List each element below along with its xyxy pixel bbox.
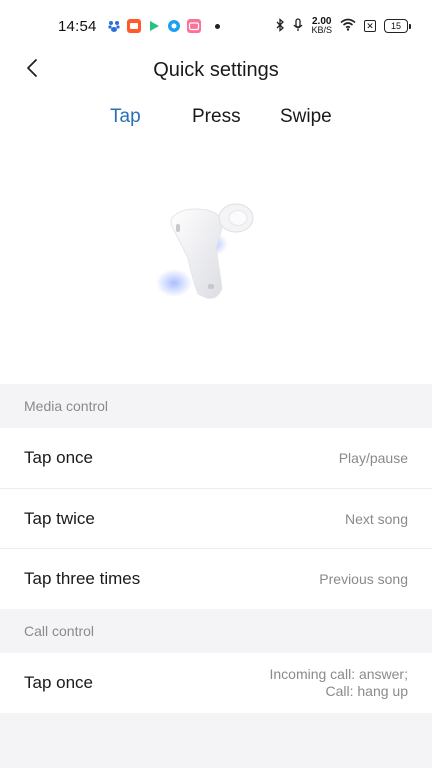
wifi-icon	[340, 18, 356, 34]
network-speed: 2.00 KB/S	[311, 17, 332, 35]
row-call-tap-once[interactable]: Tap once Incoming call: answer; Call: ha…	[0, 653, 432, 713]
system-status-icons: 2.00 KB/S ✕ 15	[275, 17, 411, 35]
battery-icon: 15	[384, 19, 411, 33]
status-bar: 14:54 2.00 KB/S ✕ 15	[0, 0, 432, 52]
row-label: Tap once	[24, 673, 93, 692]
earbud-illustration	[0, 148, 432, 384]
page-title: Quick settings	[153, 58, 279, 81]
status-time: 14:54	[58, 17, 97, 35]
row-value: Next song	[344, 510, 408, 527]
row-label: Tap once	[24, 448, 93, 467]
tab-press[interactable]: Press	[192, 106, 241, 128]
tab-swipe[interactable]: Swipe	[280, 106, 332, 128]
row-value-line2: Call: hang up	[325, 683, 408, 699]
notification-icons	[107, 19, 220, 33]
section-header-media: Media control	[0, 384, 432, 428]
row-value: Previous song	[319, 570, 408, 587]
notification-dot	[214, 23, 220, 29]
row-value: Play/pause	[338, 449, 408, 466]
taobao-icon	[126, 19, 141, 33]
gesture-tabs: Tap Press Swipe	[0, 88, 432, 148]
row-value-line1: Incoming call: answer;	[269, 666, 408, 682]
battery-level: 15	[390, 21, 401, 31]
section-header-call: Call control	[0, 609, 432, 653]
earbud-image	[156, 203, 254, 299]
video-icon	[147, 19, 161, 33]
no-sim-icon: ✕	[364, 20, 376, 32]
row-media-tap-twice[interactable]: Tap twice Next song	[0, 489, 432, 549]
app-header: Quick settings	[0, 52, 432, 88]
qq-browser-icon	[167, 19, 181, 33]
row-value: Incoming call: answer; Call: hang up	[269, 666, 408, 700]
row-media-tap-once[interactable]: Tap once Play/pause	[0, 428, 432, 488]
row-media-tap-three-times[interactable]: Tap three times Previous song	[0, 549, 432, 609]
microphone-icon	[293, 17, 303, 35]
bilibili-icon	[186, 19, 201, 33]
baidu-icon	[107, 19, 121, 33]
back-button[interactable]	[18, 56, 46, 84]
row-label: Tap twice	[24, 509, 95, 528]
row-label: Tap three times	[24, 569, 141, 588]
bluetooth-icon	[275, 17, 285, 35]
tab-tap[interactable]: Tap	[110, 106, 141, 128]
chevron-left-icon	[25, 58, 39, 83]
network-speed-unit: KB/S	[311, 25, 332, 35]
